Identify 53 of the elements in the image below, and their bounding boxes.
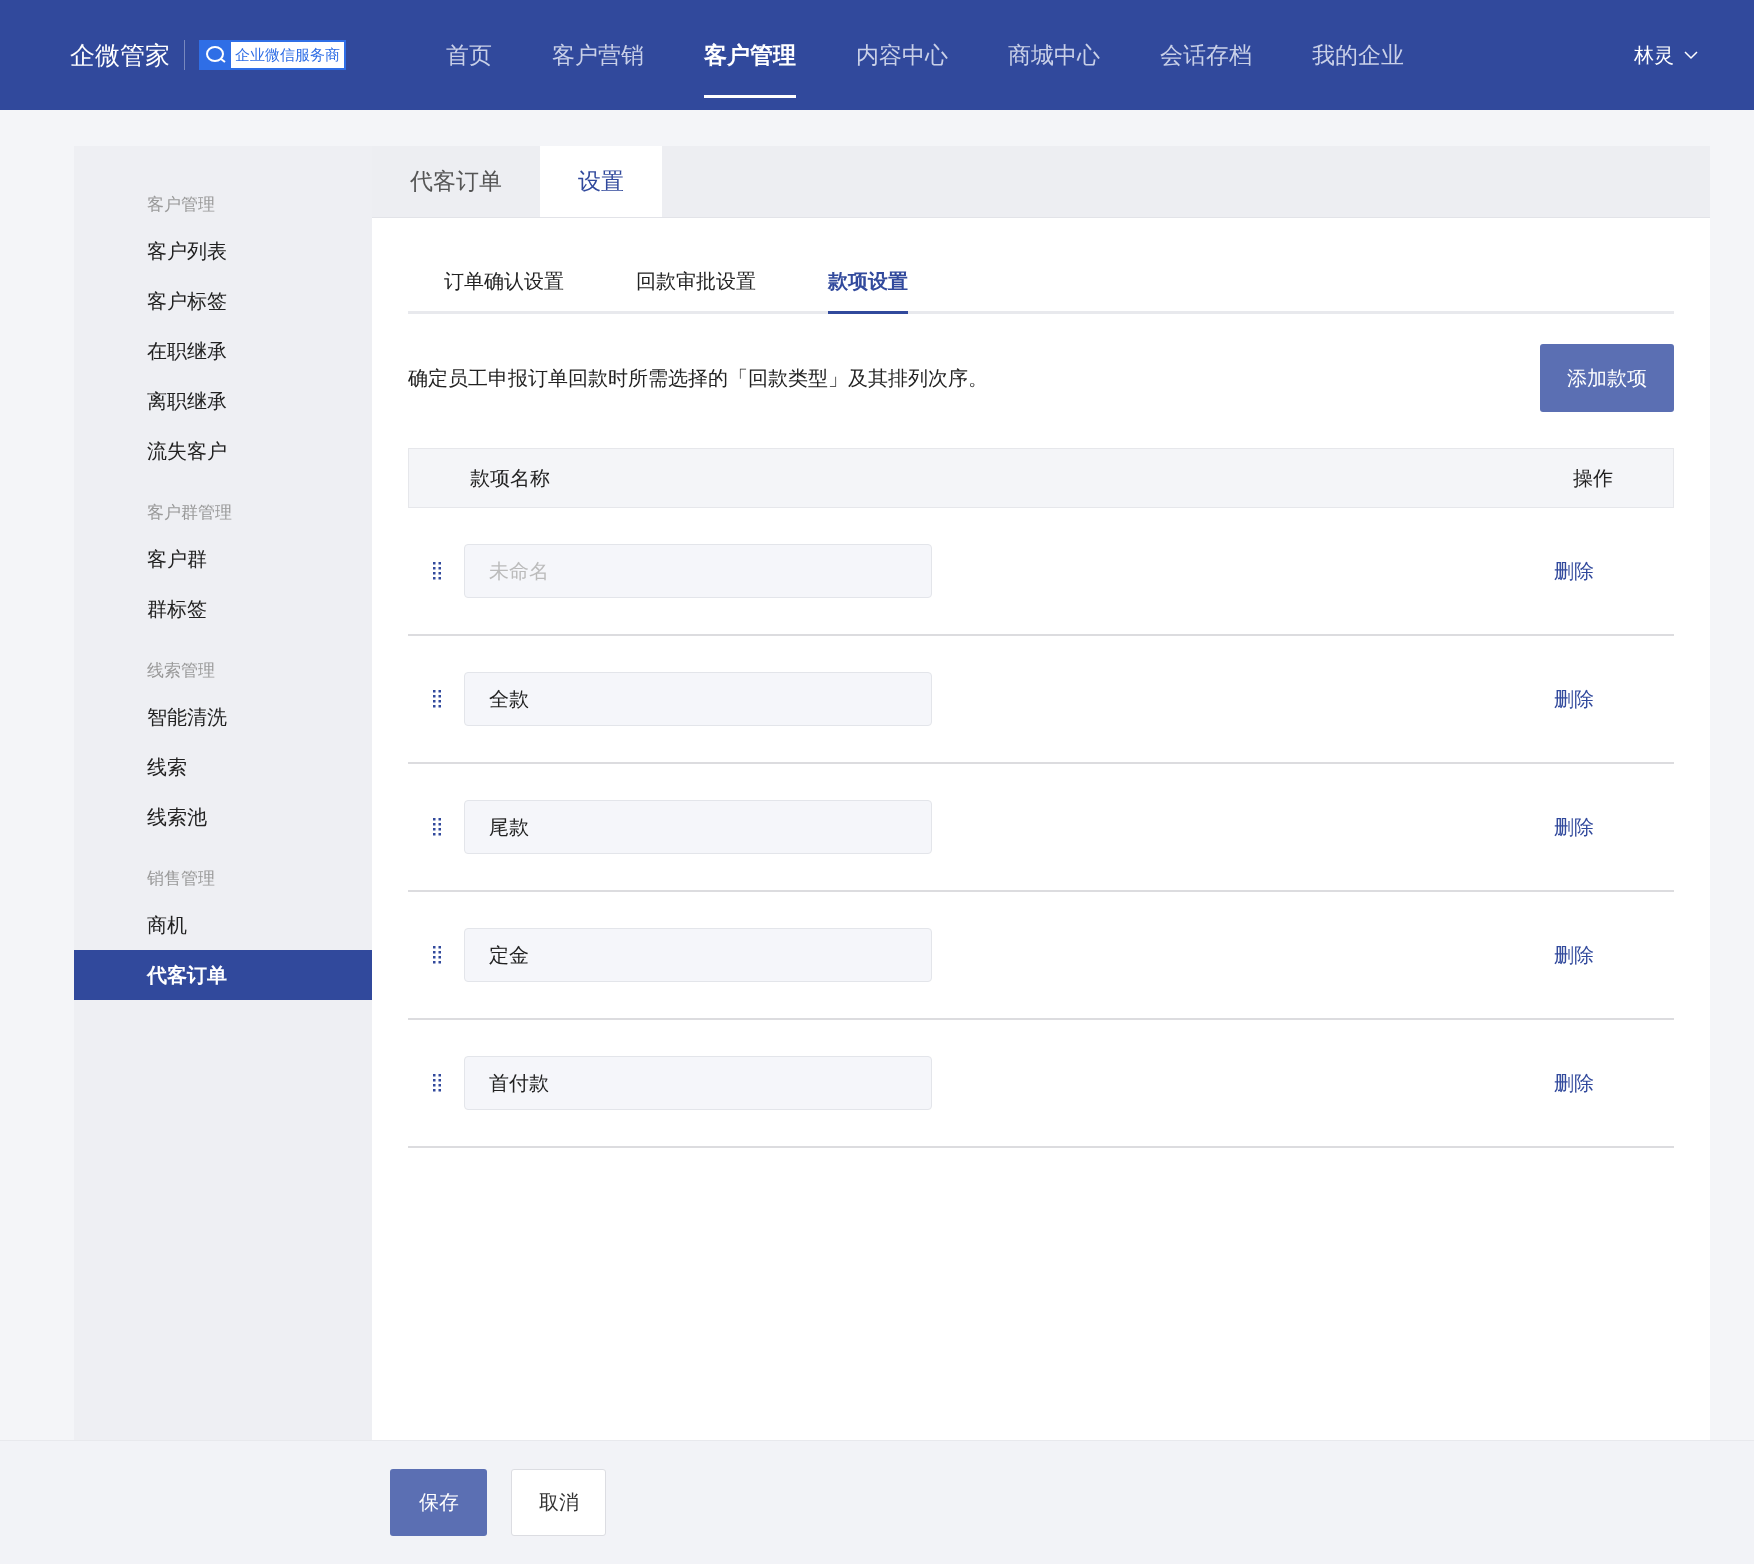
- sidebar-group-title: 线索管理: [147, 658, 215, 682]
- sidebar-item[interactable]: 在职继承: [74, 326, 372, 376]
- sub-tab[interactable]: 回款审批设置: [636, 254, 756, 314]
- delete-link[interactable]: 删除: [1554, 1069, 1594, 1097]
- partner-badge: 企业微信服务商: [199, 40, 346, 70]
- sidebar-item[interactable]: 离职继承: [74, 376, 372, 426]
- sidebar-item[interactable]: 流失客户: [74, 426, 372, 476]
- nav-tab[interactable]: 首页: [446, 12, 492, 98]
- user-menu[interactable]: 林灵: [1628, 40, 1704, 70]
- sidebar-item[interactable]: 线索池: [74, 792, 372, 842]
- sidebar-item[interactable]: 智能清洗: [74, 692, 372, 742]
- sidebar-item[interactable]: 客户标签: [74, 276, 372, 326]
- nav-tab[interactable]: 客户管理: [704, 12, 796, 98]
- tab[interactable]: 设置: [540, 146, 662, 217]
- item-name-field[interactable]: 全款: [464, 672, 932, 726]
- sidebar-item[interactable]: 线索: [74, 742, 372, 792]
- sidebar-item[interactable]: 客户群: [74, 534, 372, 584]
- brand-name: 企微管家: [70, 39, 170, 72]
- save-button[interactable]: 保存: [390, 1469, 487, 1536]
- drag-handle-icon[interactable]: [432, 1073, 442, 1093]
- column-header: 款项名称: [470, 464, 550, 492]
- cancel-button[interactable]: 取消: [511, 1469, 606, 1536]
- sidebar-group-title: 客户管理: [147, 192, 215, 216]
- sidebar-item[interactable]: 客户列表: [74, 226, 372, 276]
- chevron-down-icon: [1684, 50, 1698, 60]
- drag-handle-icon[interactable]: [432, 561, 442, 581]
- drag-handle-icon[interactable]: [432, 945, 442, 965]
- delete-link[interactable]: 删除: [1554, 685, 1594, 713]
- drag-handle-icon[interactable]: [432, 817, 442, 837]
- nav-tab[interactable]: 内容中心: [856, 12, 948, 98]
- tab[interactable]: 代客订单: [372, 146, 540, 217]
- item-name-field[interactable]: 尾款: [464, 800, 932, 854]
- nav-tab[interactable]: 会话存档: [1160, 12, 1252, 98]
- delete-link[interactable]: 删除: [1554, 941, 1594, 969]
- column-header: 操作: [1573, 464, 1613, 492]
- drag-handle-icon[interactable]: [432, 689, 442, 709]
- delete-link[interactable]: 删除: [1554, 557, 1594, 585]
- nav-tab[interactable]: 客户营销: [552, 12, 644, 98]
- sidebar-group-title: 客户群管理: [147, 500, 232, 524]
- sidebar-item[interactable]: 群标签: [74, 584, 372, 634]
- add-item-button[interactable]: 添加款项: [1540, 344, 1674, 412]
- delete-link[interactable]: 删除: [1554, 813, 1594, 841]
- description-text: 确定员工申报订单回款时所需选择的「回款类型」及其排列次序。: [408, 364, 988, 392]
- nav-tab[interactable]: 商城中心: [1008, 12, 1100, 98]
- item-name-field[interactable]: 未命名: [464, 544, 932, 598]
- sidebar-item[interactable]: 代客订单: [74, 950, 372, 1000]
- sub-tab[interactable]: 款项设置: [828, 254, 908, 314]
- sidebar-group-title: 销售管理: [147, 866, 215, 890]
- sidebar-item[interactable]: 商机: [74, 900, 372, 950]
- sub-tab[interactable]: 订单确认设置: [444, 254, 564, 314]
- nav-tab[interactable]: 我的企业: [1312, 12, 1404, 98]
- item-name-field[interactable]: 首付款: [464, 1056, 932, 1110]
- item-name-field[interactable]: 定金: [464, 928, 932, 982]
